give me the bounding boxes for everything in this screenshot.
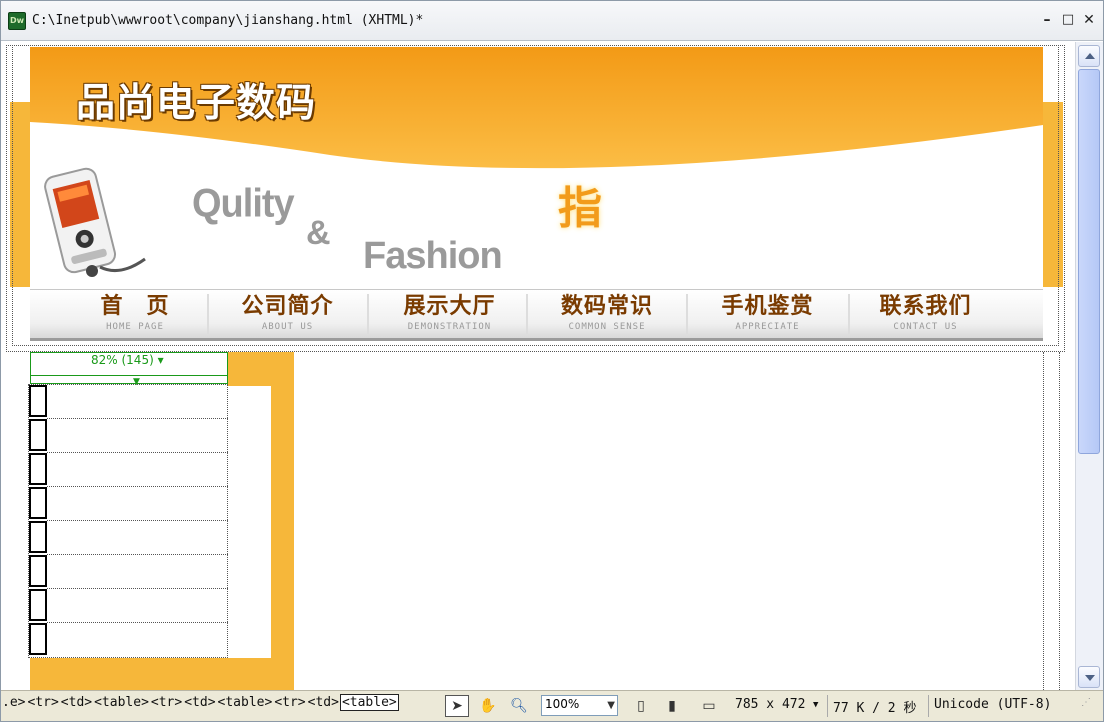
- glowing-character-text: 指: [558, 183, 602, 234]
- table-row[interactable]: [29, 555, 47, 587]
- nav-item-sublabel: HOME PAGE: [106, 322, 164, 332]
- row-divider: [47, 588, 228, 589]
- hand-tool-icon[interactable]: ✋: [476, 695, 500, 717]
- nav-item-sublabel: COMMON SENSE: [568, 322, 646, 332]
- dreamweaver-document-window: Dw C:\Inetpub\wwwroot\company\jianshang.…: [0, 0, 1104, 722]
- tag-item[interactable]: <tr>: [273, 695, 306, 710]
- ampersand-text: &: [306, 214, 331, 252]
- header-banner[interactable]: 品尚电子数码 Qulity & Fashion 指: [30, 47, 1043, 287]
- column-guide-line: [30, 375, 228, 376]
- nav-item-sublabel: CONTACT US: [893, 322, 958, 332]
- column-width-label[interactable]: 82% (145) ▾: [91, 353, 164, 367]
- sidebar-header-cell: [228, 352, 294, 386]
- zoom-tool-icon[interactable]: 🔍︎: [507, 695, 531, 717]
- row-divider: [47, 452, 228, 453]
- nav-item-home[interactable]: 首 页 HOME PAGE: [85, 293, 185, 339]
- window-size-readout[interactable]: 785 x 472: [735, 697, 805, 712]
- chevron-down-icon: ▼: [607, 700, 615, 711]
- medium-window-size-icon[interactable]: ▮: [660, 695, 684, 717]
- nav-item-label: 公司简介: [241, 294, 334, 319]
- nav-item-appreciate[interactable]: 手机鉴赏 APPRECIATE: [710, 293, 825, 339]
- row-divider: [47, 418, 228, 419]
- row-divider: [47, 520, 228, 521]
- nav-item-demonstration[interactable]: 展示大厅 DEMONSTRATION: [387, 293, 512, 339]
- tag-item[interactable]: <tr>: [26, 695, 59, 710]
- document-title: C:\Inetpub\wwwroot\company\jianshang.htm…: [32, 13, 424, 28]
- table-row[interactable]: [29, 623, 47, 655]
- column-width-indicator[interactable]: 82% (145) ▾ ▼: [30, 352, 228, 387]
- nav-item-sublabel: DEMONSTRATION: [407, 322, 492, 332]
- status-divider: [827, 695, 828, 717]
- nav-item-label: 首 页: [100, 294, 170, 319]
- scroll-down-button[interactable]: [1078, 666, 1100, 688]
- encoding-readout: Unicode (UTF-8): [934, 697, 1052, 712]
- nav-item-label: 手机鉴赏: [721, 294, 814, 319]
- zoom-select[interactable]: 100% ▼: [541, 695, 618, 716]
- sidebar-footer-cell: [30, 658, 294, 690]
- brand-logo-text: 品尚电子数码: [76, 81, 317, 126]
- table-row[interactable]: [29, 419, 47, 451]
- resize-grip-icon[interactable]: ⋰: [1081, 697, 1091, 708]
- scroll-thumb[interactable]: [1078, 69, 1100, 454]
- zoom-value: 100%: [545, 697, 580, 711]
- row-divider: [47, 622, 228, 623]
- chevron-down-icon[interactable]: ▼: [813, 700, 818, 710]
- tag-item-selected[interactable]: <table>: [339, 694, 399, 711]
- tag-item[interactable]: .e>: [1, 695, 26, 710]
- tag-item[interactable]: <table>: [217, 695, 274, 710]
- tag-item[interactable]: <td>: [60, 695, 93, 710]
- table-row[interactable]: [29, 385, 47, 417]
- sidebar-table-outline: [28, 384, 228, 658]
- nav-item-label: 联系我们: [879, 294, 972, 319]
- content-right-guide: [1059, 352, 1060, 690]
- status-divider: [928, 695, 929, 717]
- nav-item-common-sense[interactable]: 数码常识 COMMON SENSE: [547, 293, 667, 339]
- dreamweaver-app-icon: Dw: [8, 12, 26, 30]
- monitor-icon[interactable]: ▭: [695, 695, 723, 717]
- row-divider: [47, 554, 228, 555]
- scroll-up-button[interactable]: [1078, 45, 1100, 67]
- tag-item[interactable]: <tr>: [150, 695, 183, 710]
- nav-item-sublabel: APPRECIATE: [735, 322, 800, 332]
- column-guide-line: [30, 352, 31, 384]
- content-right-guide: [1043, 352, 1044, 690]
- nav-item-contact[interactable]: 联系我们 CONTACT US: [868, 293, 983, 339]
- status-bar: .e> <tr> <td> <table> <tr> <td> <table> <tr> <td…: [1, 690, 1103, 721]
- table-row[interactable]: [29, 453, 47, 485]
- maximize-button[interactable]: □: [1058, 10, 1078, 30]
- main-navigation-bar: 首 页 HOME PAGE 公司简介 ABOUT US 展示大厅 DEMONST…: [30, 289, 1043, 341]
- nav-item-about[interactable]: 公司简介 ABOUT US: [230, 293, 345, 339]
- sidebar-border-strip: [271, 386, 294, 658]
- small-window-size-icon[interactable]: ▯: [629, 695, 653, 717]
- nav-separator: [526, 294, 528, 334]
- chevron-up-icon: [1085, 53, 1095, 59]
- table-row[interactable]: [29, 589, 47, 621]
- tag-item[interactable]: <table>: [93, 695, 150, 710]
- nav-separator: [686, 294, 688, 334]
- title-bar: Dw C:\Inetpub\wwwroot\company\jianshang.…: [1, 1, 1103, 41]
- mobile-phone-icon: [44, 167, 146, 277]
- nav-separator: [367, 294, 369, 334]
- quality-slogan-text: Qulity: [192, 181, 295, 227]
- tag-item[interactable]: <td>: [307, 695, 340, 710]
- nav-item-sublabel: ABOUT US: [261, 322, 314, 332]
- vertical-scrollbar[interactable]: [1075, 42, 1103, 690]
- pointer-tool-icon[interactable]: ➤: [445, 695, 469, 717]
- row-divider: [47, 486, 228, 487]
- table-row[interactable]: [29, 487, 47, 519]
- nav-separator: [848, 294, 850, 334]
- close-button[interactable]: ✕: [1079, 10, 1099, 30]
- fashion-slogan-text: Fashion: [363, 235, 503, 277]
- minimize-button[interactable]: –: [1037, 10, 1057, 30]
- chevron-down-icon: [1085, 675, 1095, 681]
- design-view-canvas[interactable]: 品尚电子数码 Qulity & Fashion 指 首 页 HOME PAGE …: [1, 42, 1074, 690]
- tag-selector: .e> <tr> <td> <table> <tr> <td> <table> <tr> <td…: [1, 694, 399, 711]
- nav-separator: [207, 294, 209, 334]
- download-size-readout: 77 K / 2 秒: [833, 701, 917, 716]
- nav-item-label: 数码常识: [560, 294, 653, 319]
- table-row[interactable]: [29, 521, 47, 553]
- tag-item[interactable]: <td>: [183, 695, 216, 710]
- nav-item-label: 展示大厅: [403, 294, 496, 319]
